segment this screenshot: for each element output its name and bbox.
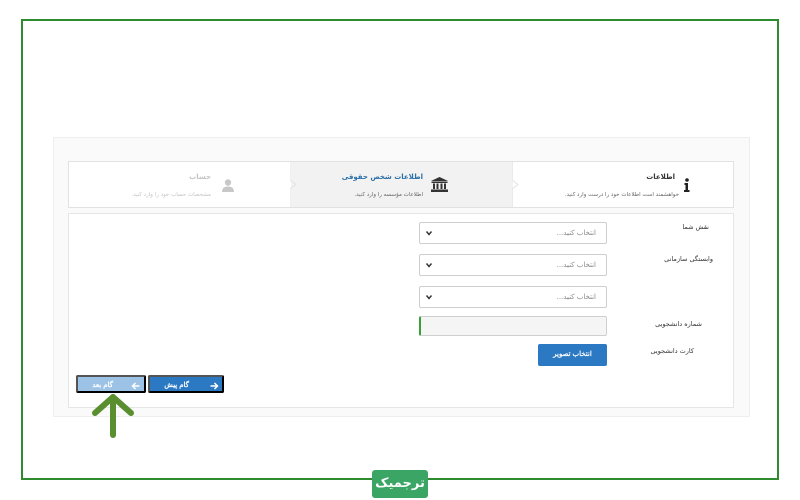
step-account[interactable]: حساب مشخصات حساب خود را وارد کنید. — [69, 162, 291, 207]
annotation-up-arrow-icon — [92, 394, 134, 438]
step-info-description: خواهشمند است اطلاعات خود را درست وارد کن… — [564, 192, 679, 198]
previous-step-label: گام پیش — [164, 382, 189, 389]
step-legal-entity[interactable]: اطلاعات شخص حقوقی اطلاعات مؤسسه را وارد … — [290, 162, 513, 207]
third-select[interactable]: انتخاب کنید... — [419, 286, 607, 308]
step-legal-entity-title: اطلاعات شخص حقوقی — [341, 173, 423, 181]
step-legal-entity-description: اطلاعات مؤسسه را وارد کنید. — [354, 192, 423, 198]
chevron-down-icon — [425, 295, 433, 300]
select-image-button[interactable]: انتخاب تصویر — [538, 344, 607, 366]
third-select-value: انتخاب کنید... — [556, 293, 596, 301]
role-select-value: انتخاب کنید... — [556, 229, 596, 237]
student-card-label: کارت دانشجویی — [650, 347, 695, 355]
step-separator-left — [290, 162, 297, 207]
step-info-title: اطلاعات — [646, 173, 675, 181]
info-icon — [684, 178, 690, 192]
institution-icon — [431, 177, 448, 192]
student-number-input[interactable] — [419, 316, 607, 336]
step-account-description: مشخصات حساب خود را وارد کنید. — [131, 192, 211, 198]
role-label: نقش شما — [682, 223, 709, 231]
step-account-title: حساب — [189, 173, 211, 181]
user-icon — [222, 179, 234, 192]
step-separator-right — [512, 162, 519, 207]
chevron-down-icon — [425, 231, 433, 236]
next-step-label: گام بعد — [92, 382, 113, 389]
previous-step-button[interactable]: گام پیش — [148, 375, 224, 393]
chevron-down-icon — [425, 263, 433, 268]
affiliation-label: وابستگی سازمانی — [664, 255, 713, 263]
step-info[interactable]: اطلاعات خواهشمند است اطلاعات خود را درست… — [512, 162, 735, 207]
affiliation-select-value: انتخاب کنید... — [556, 261, 596, 269]
student-number-label: شماره دانشجویی — [655, 320, 702, 328]
next-step-button[interactable]: گام بعد — [76, 375, 146, 393]
brand-logo: ترجمیک — [372, 470, 428, 498]
role-select[interactable]: انتخاب کنید... — [419, 222, 607, 244]
affiliation-select[interactable]: انتخاب کنید... — [419, 254, 607, 276]
arrow-right-icon — [210, 382, 219, 390]
arrow-left-icon — [131, 382, 140, 390]
wizard-steps: حساب مشخصات حساب خود را وارد کنید. اطلاع… — [68, 161, 734, 208]
